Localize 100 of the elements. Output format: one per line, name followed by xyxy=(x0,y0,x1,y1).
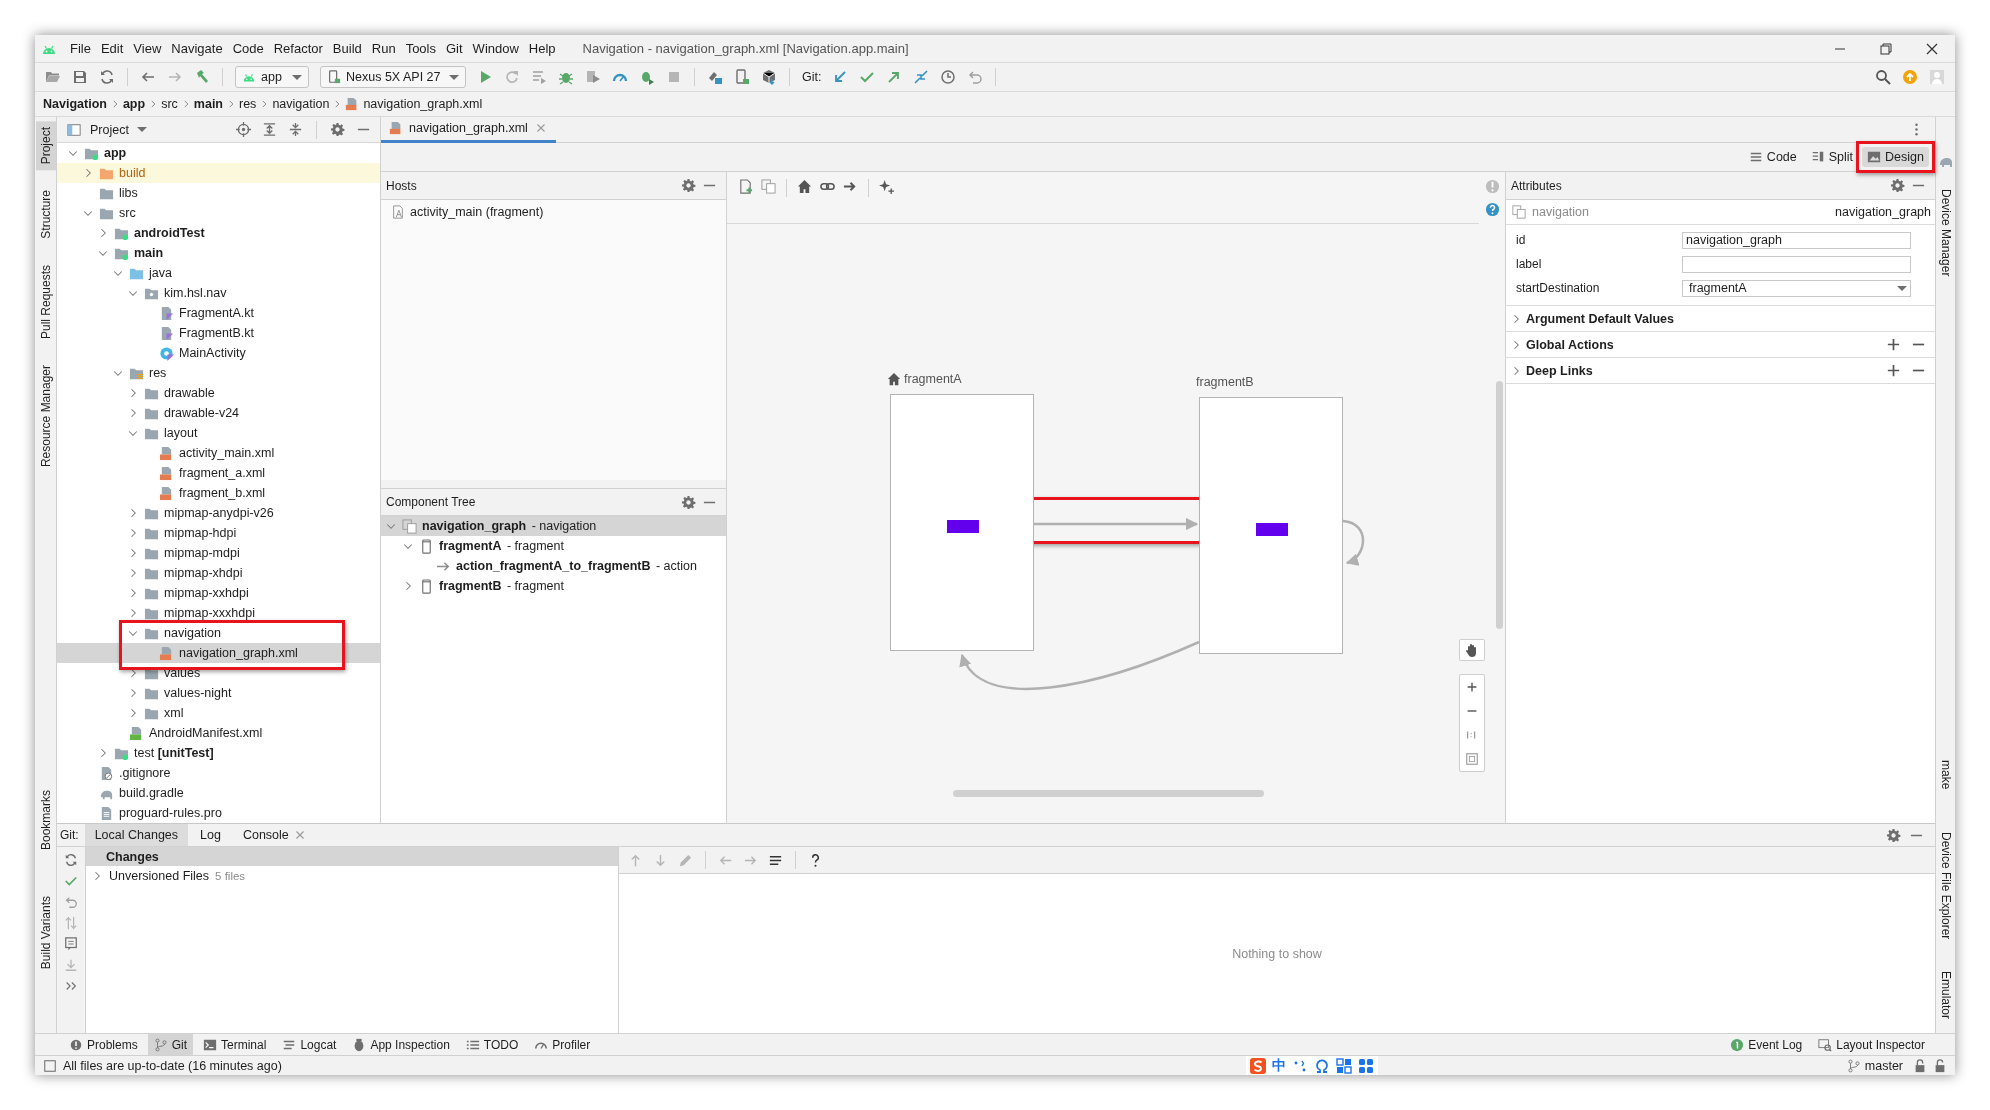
keyboard-icon[interactable] xyxy=(1336,1057,1353,1074)
breadcrumb-item[interactable]: main xyxy=(193,97,223,111)
tree-item[interactable]: AndroidManifest.xml xyxy=(57,723,380,743)
memo-icon[interactable] xyxy=(64,937,78,951)
menu-item[interactable]: View xyxy=(128,41,167,56)
plus-icon[interactable] xyxy=(1886,337,1901,352)
more-icon[interactable] xyxy=(64,979,78,993)
menu-item[interactable]: File xyxy=(65,41,96,56)
editor-tab[interactable]: navigation_graph.xml xyxy=(381,116,556,143)
tree-item[interactable]: drawable-v24 xyxy=(57,403,380,423)
open-folder-icon[interactable] xyxy=(45,69,61,85)
menu-item[interactable]: Git xyxy=(441,41,468,56)
tool-window-tab[interactable]: Pull Requests xyxy=(35,259,56,346)
section-title[interactable]: Deep Links xyxy=(1526,363,1593,378)
destination-preview[interactable] xyxy=(890,394,1034,651)
tree-item[interactable]: mipmap-mdpi xyxy=(57,543,380,563)
tree-item[interactable]: mipmap-xhdpi xyxy=(57,563,380,583)
menu-item[interactable]: Run xyxy=(366,41,401,56)
tree-item[interactable]: layout xyxy=(57,423,380,443)
tool-window-button[interactable]: Git xyxy=(147,1034,194,1055)
tree-item[interactable]: test [unitTest] xyxy=(57,743,380,763)
menu-item[interactable]: Tools xyxy=(400,41,441,56)
input-mode[interactable]: 中 xyxy=(1272,1056,1287,1075)
tool-window-button[interactable]: Profiler xyxy=(528,1034,597,1055)
tool-window-tab[interactable]: Resource Manager xyxy=(35,359,56,474)
tree-item[interactable]: kim.hsl.nav xyxy=(57,283,380,303)
check-icon[interactable] xyxy=(64,874,78,888)
device-icon[interactable] xyxy=(734,69,750,85)
tree-item[interactable]: drawable xyxy=(57,383,380,403)
merge-icon[interactable] xyxy=(913,69,930,85)
tree-item[interactable]: FragmentA.kt xyxy=(57,303,380,323)
panel-tab[interactable]: Console xyxy=(232,824,317,846)
tree-item[interactable]: values-night xyxy=(57,683,380,703)
view-mode-button[interactable]: Split xyxy=(1805,147,1859,167)
scrollbar[interactable] xyxy=(953,790,1264,797)
ime-toolbar[interactable]: 中 xyxy=(1246,1055,1379,1075)
apply-icon[interactable] xyxy=(531,69,547,85)
section-title[interactable]: Argument Default Values xyxy=(1526,311,1674,326)
diff-icon[interactable] xyxy=(64,916,78,930)
nested-graph-icon[interactable] xyxy=(761,179,776,194)
tree-item[interactable]: java xyxy=(57,263,380,283)
view-selector[interactable]: Project xyxy=(86,122,151,137)
tree-item[interactable]: fragment_a.xml xyxy=(57,463,380,483)
tree-item[interactable]: build.gradle xyxy=(57,783,380,803)
breadcrumb-item[interactable]: navigation_graph.xml xyxy=(345,97,483,111)
view-mode-button[interactable]: Design xyxy=(1862,147,1929,167)
undo-icon[interactable] xyxy=(64,895,78,909)
hammer-icon[interactable] xyxy=(194,69,210,85)
section-title[interactable]: Global Actions xyxy=(1526,337,1614,352)
gear-icon[interactable] xyxy=(330,122,345,137)
tool-window-button[interactable]: App Inspection xyxy=(346,1034,456,1055)
omega-icon[interactable] xyxy=(1314,1057,1331,1074)
tool-window-tab[interactable]: Project xyxy=(35,121,56,171)
action-arrow[interactable] xyxy=(1034,517,1199,531)
gear-icon[interactable] xyxy=(1890,178,1905,193)
tool-window-tab[interactable]: Emulator xyxy=(1935,964,1955,1025)
tree-item[interactable]: mipmap-hdpi xyxy=(57,523,380,543)
search-icon[interactable] xyxy=(1875,69,1891,85)
device-dropdown[interactable]: Nexus 5X API 27 xyxy=(320,66,466,88)
download-icon[interactable] xyxy=(64,958,78,972)
sparkle-icon[interactable] xyxy=(879,179,894,194)
destination-preview[interactable] xyxy=(1199,397,1343,654)
menu-item[interactable]: Navigate xyxy=(166,41,228,56)
arrow-right-icon[interactable] xyxy=(843,179,858,194)
tree-item[interactable]: androidTest xyxy=(57,223,380,243)
menu-item[interactable]: Edit xyxy=(95,41,129,56)
section-row[interactable]: Argument Default Values xyxy=(1506,306,1935,332)
stop-icon[interactable] xyxy=(666,69,682,85)
tree-item[interactable]: mipmap-xxxhdpi xyxy=(57,603,380,623)
tree-item[interactable]: src xyxy=(57,203,380,223)
menu-item[interactable]: Window xyxy=(467,41,524,56)
tree-item[interactable]: app xyxy=(57,143,380,163)
panel-tab[interactable]: Local Changes xyxy=(84,824,189,846)
dropdown[interactable]: fragmentA xyxy=(1682,279,1911,297)
tree-item[interactable]: mipmap-anydpi-v26 xyxy=(57,503,380,523)
padlock-open-icon[interactable] xyxy=(1913,1058,1927,1073)
tool-window-tab[interactable]: Bookmarks xyxy=(35,783,56,856)
warning-icon[interactable] xyxy=(1484,179,1500,194)
gear-icon[interactable] xyxy=(1886,827,1901,843)
tree-item[interactable]: xml xyxy=(57,703,380,723)
run-config-dropdown[interactable]: app xyxy=(235,66,309,88)
expand-all-icon[interactable] xyxy=(262,122,277,137)
tool-window-tab[interactable]: Build Variants xyxy=(35,889,56,975)
component-item[interactable]: action_fragmentA_to_fragmentB - action xyxy=(381,556,726,576)
tool-window-button[interactable]: Logcat xyxy=(276,1034,343,1055)
changes-header[interactable]: Changes xyxy=(86,847,618,866)
tree-item[interactable]: navigation_graph.xml xyxy=(57,643,380,663)
gear-icon[interactable] xyxy=(681,494,696,510)
target-icon[interactable] xyxy=(236,122,251,137)
tool-window-button[interactable]: Problems xyxy=(63,1034,144,1055)
rerun-icon[interactable] xyxy=(504,69,520,85)
tool-window-tab[interactable]: Device File Explorer xyxy=(1935,825,1955,945)
breadcrumb-item[interactable]: navigation xyxy=(272,97,330,111)
tree-item[interactable]: activity_main.xml xyxy=(57,443,380,463)
update-arrow-icon[interactable] xyxy=(832,69,849,85)
tree-item[interactable]: proguard-rules.pro xyxy=(57,803,380,823)
input-field[interactable]: navigation_graph xyxy=(1682,231,1911,249)
menu-item[interactable]: Code xyxy=(227,41,269,56)
tree-item[interactable]: res xyxy=(57,363,380,383)
tool-window-button[interactable]: TODO xyxy=(459,1034,525,1055)
